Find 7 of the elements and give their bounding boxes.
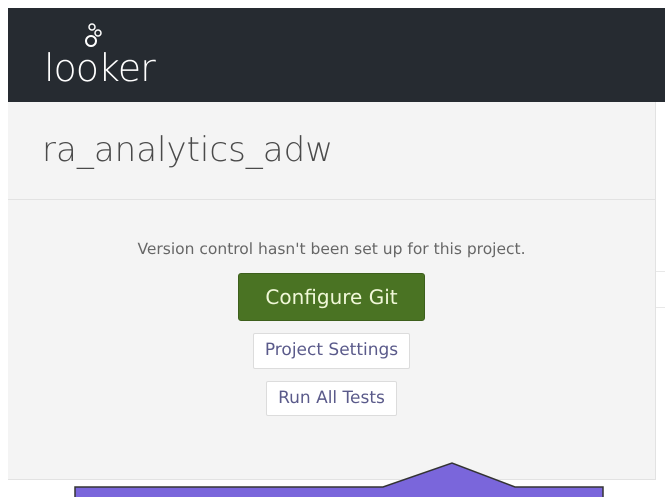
action-button[interactable]: Project Settings xyxy=(252,333,410,369)
logo[interactable]: looker xyxy=(44,46,155,90)
action-button[interactable]: Run All Tests xyxy=(266,380,397,416)
bubbles-icon xyxy=(82,23,104,49)
version-control-message: Version control hasn't been set up for this project. xyxy=(137,239,526,260)
project-title: ra_analytics_adw xyxy=(42,129,334,172)
action-button[interactable]: Configure Git xyxy=(238,273,425,322)
